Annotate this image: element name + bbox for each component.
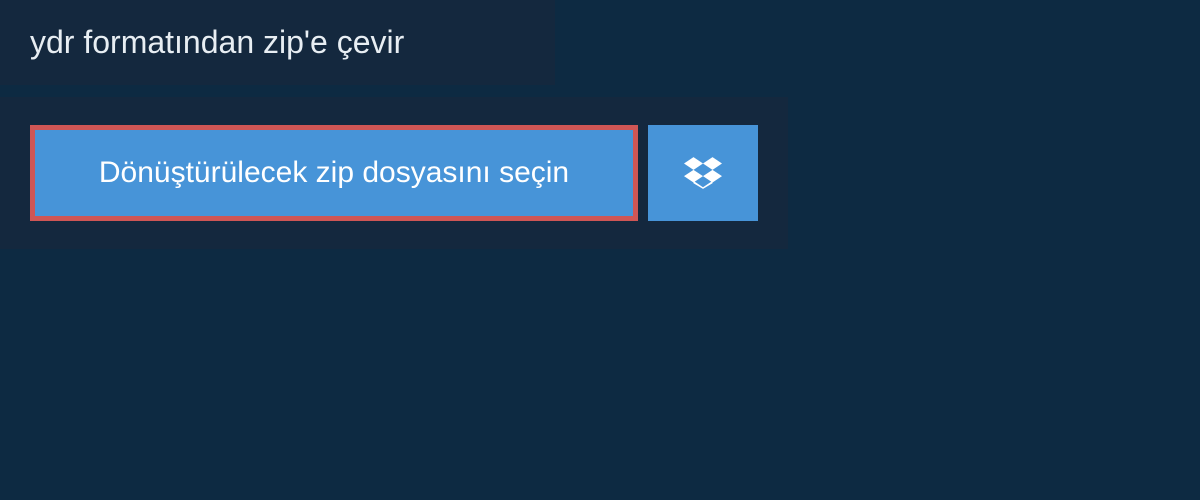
page-title-tab: ydr formatından zip'e çevir [0, 0, 555, 85]
select-file-label: Dönüştürülecek zip dosyasını seçin [99, 156, 569, 190]
button-row: Dönüştürülecek zip dosyasını seçin [30, 125, 758, 221]
dropbox-button[interactable] [648, 125, 758, 221]
upload-panel: Dönüştürülecek zip dosyasını seçin [0, 97, 788, 249]
dropbox-icon [684, 154, 722, 192]
page-title: ydr formatından zip'e çevir [30, 24, 404, 60]
select-file-button[interactable]: Dönüştürülecek zip dosyasını seçin [30, 125, 638, 221]
